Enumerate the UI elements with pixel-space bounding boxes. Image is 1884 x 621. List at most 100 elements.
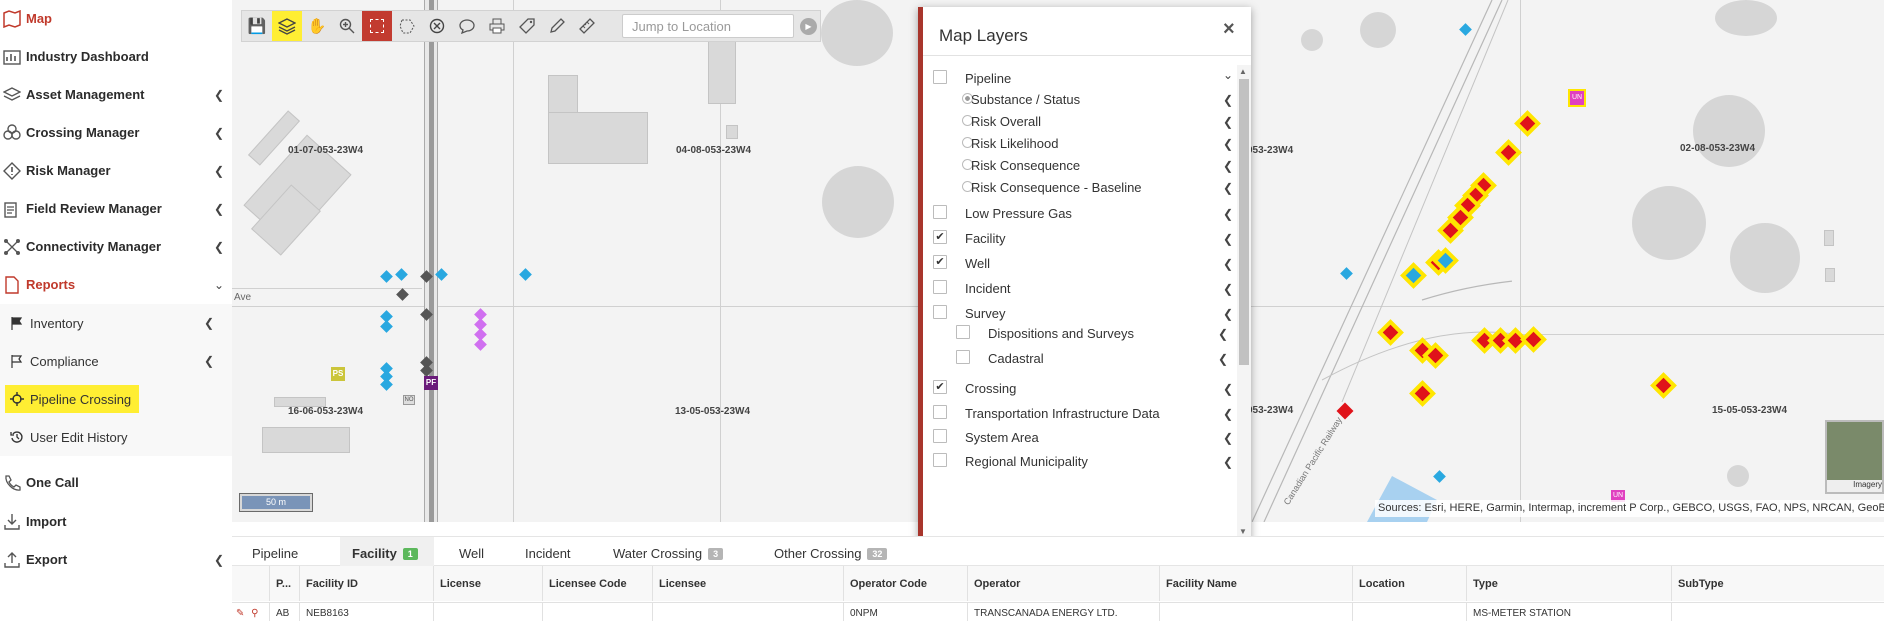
well-marker[interactable] [380,320,393,333]
sidebar-item-import[interactable]: Import [0,503,232,541]
table-header[interactable]: License [434,566,543,601]
table-header[interactable]: Operator [968,566,1160,601]
layer-checkbox[interactable] [933,70,947,84]
layer-row-substance-status[interactable]: Substance / Status ❮ [923,87,1233,111]
layer-checkbox[interactable] [933,429,947,443]
chevron-left-icon[interactable]: ❮ [1223,455,1233,469]
chevron-left-icon[interactable]: ❮ [1223,382,1233,396]
sidebar-item-asset-management[interactable]: Asset Management ❮ [0,76,232,114]
tab-well[interactable]: Well [459,537,484,567]
layer-row-risk-consequence[interactable]: Risk Consequence ❮ [923,153,1233,177]
chevron-left-icon[interactable]: ❮ [1223,307,1233,321]
layer-checkbox[interactable] [933,205,947,219]
panel-scrollbar[interactable]: ▲ ▼ [1237,65,1251,539]
well-marker[interactable] [380,270,393,283]
table-header[interactable]: Operator Code [844,566,968,601]
select-polygon-icon[interactable] [392,11,422,41]
sidebar-subitem-user-edit-history[interactable]: User Edit History [0,418,232,456]
layer-row-facility[interactable]: ✔ Facility ❮ [923,226,1233,250]
chevron-left-icon[interactable]: ❮ [1223,257,1233,271]
sidebar-item-crossing-manager[interactable]: Crossing Manager ❮ [0,114,232,152]
layer-row-risk-consequence-baseline[interactable]: Risk Consequence - Baseline ❮ [923,175,1233,199]
sidebar-item-reports[interactable]: Reports ⌄ [0,266,232,304]
table-header[interactable]: Location [1353,566,1467,601]
sidebar-subitem-inventory[interactable]: Inventory ❮ [0,304,232,342]
chevron-left-icon[interactable]: ❮ [1223,232,1233,246]
crossing-marker[interactable] [474,338,487,351]
sidebar-item-industry-dashboard[interactable]: Industry Dashboard [0,38,232,76]
no-marker[interactable]: NO [403,395,415,405]
table-header[interactable]: Facility ID [300,566,434,601]
select-rectangle-icon[interactable] [362,11,392,41]
well-marker[interactable] [380,378,393,391]
layer-row-transportation-infrastructure-data[interactable]: Transportation Infrastructure Data ❮ [923,401,1233,425]
chevron-left-icon[interactable]: ❮ [1218,352,1228,366]
pf-marker[interactable]: PF [424,376,438,390]
sidebar-item-field-review-manager[interactable]: Field Review Manager ❮ [0,190,232,228]
layer-checkbox[interactable]: ✔ [933,230,947,244]
comment-icon[interactable] [452,11,482,41]
tab-incident[interactable]: Incident [525,537,571,567]
tab-water-crossing[interactable]: Water Crossing 3 [613,537,724,567]
layer-row-low-pressure-gas[interactable]: Low Pressure Gas ❮ [923,201,1233,225]
tag-icon[interactable] [512,11,542,41]
layer-row-system-area[interactable]: System Area ❮ [923,425,1233,449]
layer-checkbox[interactable] [956,325,970,339]
print-icon[interactable] [482,11,512,41]
tab-pipeline[interactable]: Pipeline [252,537,298,567]
layer-row-well[interactable]: ✔ Well ❮ [923,251,1233,275]
table-header[interactable]: SubType [1672,566,1884,601]
zoom-to-icon[interactable]: ⚲ [251,608,258,619]
chevron-left-icon[interactable]: ❮ [1223,407,1233,421]
chevron-left-icon[interactable]: ❮ [1223,93,1233,107]
well-marker[interactable] [519,268,532,281]
chevron-left-icon[interactable]: ❮ [1223,159,1233,173]
go-icon[interactable]: ▶ [800,18,817,35]
chevron-left-icon[interactable]: ❮ [1223,282,1233,296]
chevron-left-icon[interactable]: ❮ [1223,137,1233,151]
save-icon[interactable]: 💾 [242,11,272,41]
chevron-left-icon[interactable]: ❮ [1223,431,1233,445]
layer-row-incident[interactable]: Incident ❮ [923,276,1233,300]
pencil-icon[interactable] [542,11,572,41]
layer-checkbox[interactable] [933,280,947,294]
sidebar-item-risk-manager[interactable]: Risk Manager ❮ [0,152,232,190]
layer-checkbox[interactable] [933,305,947,319]
facility-cluster[interactable] [1322,80,1682,420]
sidebar-subitem-pipeline-crossing[interactable]: Pipeline Crossing [0,380,232,418]
measure-ruler-icon[interactable] [572,11,602,41]
node-marker[interactable] [396,288,409,301]
chevron-left-icon[interactable]: ❮ [1218,327,1228,341]
layers-icon[interactable] [272,11,302,41]
layer-checkbox[interactable] [933,453,947,467]
sidebar-item-one-call[interactable]: One Call [0,464,232,502]
layer-checkbox[interactable] [956,350,970,364]
sidebar-subitem-compliance[interactable]: Compliance ❮ [0,342,232,380]
close-icon[interactable]: × [1223,18,1235,41]
layer-row-risk-likelihood[interactable]: Risk Likelihood ❮ [923,131,1233,155]
sidebar-item-export[interactable]: Export ❮ [0,541,232,579]
tab-facility[interactable]: Facility 1 [340,537,434,567]
sidebar-item-connectivity-manager[interactable]: Connectivity Manager ❮ [0,228,232,266]
table-header[interactable]: P... [270,566,300,601]
layer-row-cadastral[interactable]: Cadastral ❮ [923,346,1233,370]
jump-to-location-input[interactable]: Jump to Location [622,14,794,38]
layer-row-risk-overall[interactable]: Risk Overall ❮ [923,109,1233,133]
layer-row-crossing[interactable]: ✔ Crossing ❮ [923,376,1233,400]
edit-icon[interactable]: ✎ [236,608,244,619]
clear-selection-icon[interactable] [422,11,452,41]
table-header[interactable]: Type [1467,566,1672,601]
well-marker[interactable] [395,268,408,281]
zoom-in-icon[interactable] [332,11,362,41]
tab-other-crossing[interactable]: Other Crossing 32 [774,537,888,567]
chevron-left-icon[interactable]: ❮ [1223,207,1233,221]
pan-hand-icon[interactable]: ✋ [302,11,332,41]
table-header[interactable]: Facility Name [1160,566,1353,601]
layer-row-dispositions-and-surveys[interactable]: Dispositions and Surveys ❮ [923,321,1233,345]
layer-checkbox[interactable]: ✔ [933,380,947,394]
chevron-down-icon[interactable]: ⌄ [1223,68,1233,82]
table-header[interactable]: Licensee [653,566,844,601]
table-header[interactable]: Licensee Code [543,566,653,601]
layer-checkbox[interactable] [933,405,947,419]
layer-checkbox[interactable]: ✔ [933,255,947,269]
